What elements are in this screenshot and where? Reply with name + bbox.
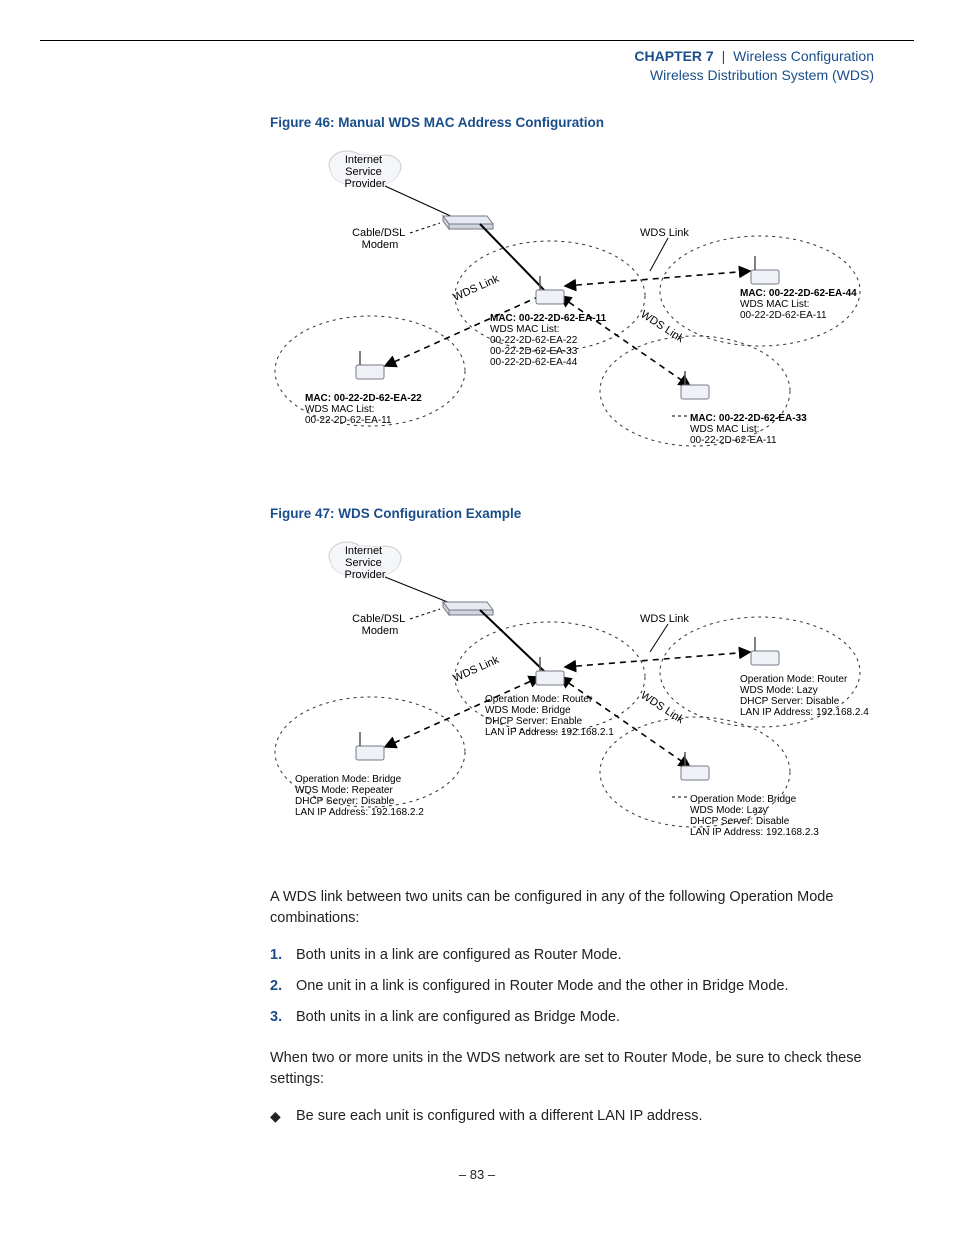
list-number: 3. bbox=[270, 1007, 296, 1028]
paragraph-2: When two or more units in the WDS networ… bbox=[270, 1048, 884, 1090]
figure-47-caption: Figure 47: WDS Configuration Example bbox=[270, 506, 884, 521]
svg-text:Operation Mode: Bridge W: Operation Mode: Bridge WDS Mode: Lazy DH… bbox=[690, 794, 819, 838]
svg-text:WDS Link: WDS Link bbox=[451, 653, 501, 684]
svg-text:WDS Link: WDS Link bbox=[638, 308, 686, 345]
list-number: 2. bbox=[270, 976, 296, 997]
f46-modem-l2: Modem bbox=[362, 239, 399, 251]
f47-center-l2: WDS Mode: Bridge bbox=[485, 705, 571, 716]
list-text: Both units in a link are configured as R… bbox=[296, 945, 622, 966]
f46-center-listlabel: WDS MAC List: bbox=[490, 324, 559, 335]
svg-text:MAC: 00-22-2D-62-EA-44 W: MAC: 00-22-2D-62-EA-44 WDS MAC List: 00-… bbox=[740, 288, 859, 321]
f47-left-l1: Operation Mode: Bridge bbox=[295, 774, 402, 785]
f47-rb-l2: WDS Mode: Lazy bbox=[690, 805, 768, 816]
svg-text:MAC: 00-22-2D-62-EA-33 W: MAC: 00-22-2D-62-EA-33 WDS MAC List: 00-… bbox=[690, 413, 809, 446]
f46-left-mac: MAC: 00-22-2D-62-EA-22 bbox=[305, 393, 422, 404]
f46-center-l2: 00-22-2D-62-EA-33 bbox=[490, 346, 578, 357]
f47-left-l2: WDS Mode: Repeater bbox=[295, 785, 393, 796]
f46-rb-l1: 00-22-2D-62-EA-11 bbox=[690, 435, 777, 446]
body-text: A WDS link between two units can be conf… bbox=[270, 887, 884, 1127]
f46-rb-mac: MAC: 00-22-2D-62-EA-33 bbox=[690, 413, 807, 424]
list-text: Both units in a link are configured as B… bbox=[296, 1007, 620, 1028]
svg-text:Cable/DSL Modem: Cable/DSL Modem bbox=[352, 227, 408, 251]
chapter-separator: | bbox=[722, 48, 726, 64]
f46-center-mac: MAC: 00-22-2D-62-EA-11 bbox=[490, 313, 607, 324]
f47-rt-l1: Operation Mode: Router bbox=[740, 674, 848, 685]
svg-text:Operation Mode: Router W: Operation Mode: Router WDS Mode: Lazy DH… bbox=[740, 674, 869, 718]
chapter-title: Wireless Configuration bbox=[733, 48, 874, 64]
f47-center-l3: DHCP Server: Enable bbox=[485, 716, 583, 727]
bullet-text: Be sure each unit is configured with a d… bbox=[296, 1106, 703, 1127]
list-text: One unit in a link is configured in Rout… bbox=[296, 976, 788, 997]
list-item: 1. Both units in a link are configured a… bbox=[270, 945, 884, 966]
figure-46-diagram: Internet Service Provider Cable/DSL Mode… bbox=[270, 136, 870, 476]
svg-text:WDS Link: WDS Link bbox=[638, 689, 686, 726]
f46-rt-listlabel: WDS MAC List: bbox=[740, 299, 809, 310]
section-title: Wireless Distribution System (WDS) bbox=[0, 66, 874, 85]
page-header: Chapter 7 | Wireless Configuration Wirel… bbox=[0, 47, 874, 85]
f47-rt-l3: DHCP Server: Disable bbox=[740, 696, 840, 707]
f46-rb-listlabel: WDS MAC List: bbox=[690, 424, 759, 435]
list-item: 3. Both units in a link are configured a… bbox=[270, 1007, 884, 1028]
f46-center-l1: 00-22-2D-62-EA-22 bbox=[490, 335, 578, 346]
svg-text:Internet Service P: Internet Service Provider bbox=[345, 545, 386, 581]
f47-center-l4: LAN IP Address: 192.168.2.1 bbox=[485, 727, 614, 738]
f47-left-l4: LAN IP Address: 192.168.2.2 bbox=[295, 807, 424, 818]
f46-rt-l1: 00-22-2D-62-EA-11 bbox=[740, 310, 827, 321]
f46-left-listlabel: WDS MAC List: bbox=[305, 404, 374, 415]
f47-rb-l3: DHCP Server: Disable bbox=[690, 816, 790, 827]
list-number: 1. bbox=[270, 945, 296, 966]
f46-left-l1: 00-22-2D-62-EA-11 bbox=[305, 415, 392, 426]
svg-text:Internet Service P: Internet Service Provider bbox=[345, 154, 386, 190]
svg-text:MAC: 00-22-2D-62-EA-22 W: MAC: 00-22-2D-62-EA-22 WDS MAC List: 00-… bbox=[305, 393, 424, 426]
svg-text:Cable/DSL Modem: Cable/DSL Modem bbox=[352, 613, 408, 637]
page-number: – 83 – bbox=[0, 1167, 954, 1182]
list-item: ◆ Be sure each unit is configured with a… bbox=[270, 1106, 884, 1127]
wds-link-label: WDS Link bbox=[640, 227, 689, 239]
figure-47-diagram: Internet Service Provider Cable/DSL Mode… bbox=[270, 527, 870, 857]
svg-text:Operation Mode: Bridge W: Operation Mode: Bridge WDS Mode: Repeate… bbox=[295, 774, 424, 818]
svg-text:WDS Link: WDS Link bbox=[640, 613, 689, 625]
f47-rb-l1: Operation Mode: Bridge bbox=[690, 794, 797, 805]
svg-text:MAC: 00-22-2D-62-EA-11 W: MAC: 00-22-2D-62-EA-11 WDS MAC List: 00-… bbox=[490, 313, 609, 368]
bullet-list: ◆ Be sure each unit is configured with a… bbox=[270, 1106, 884, 1127]
f46-center-l3: 00-22-2D-62-EA-44 bbox=[490, 357, 578, 368]
list-item: 2. One unit in a link is configured in R… bbox=[270, 976, 884, 997]
f47-rt-l4: LAN IP Address: 192.168.2.4 bbox=[740, 707, 869, 718]
f47-rt-l2: WDS Mode: Lazy bbox=[740, 685, 818, 696]
header-rule bbox=[40, 40, 914, 41]
figure-46-caption: Figure 46: Manual WDS MAC Address Config… bbox=[270, 115, 884, 130]
f47-rb-l4: LAN IP Address: 192.168.2.3 bbox=[690, 827, 819, 838]
chapter-label: Chapter 7 bbox=[634, 48, 713, 64]
f47-modem-l1: Cable/DSL bbox=[352, 613, 405, 625]
f47-center-l1: Operation Mode: Router bbox=[485, 694, 593, 705]
f46-rt-mac: MAC: 00-22-2D-62-EA-44 bbox=[740, 288, 857, 299]
f47-left-l3: DHCP Server: Disable bbox=[295, 796, 395, 807]
f47-modem-l2: Modem bbox=[362, 625, 399, 637]
svg-text:Operation Mode: Router W: Operation Mode: Router WDS Mode: Bridge … bbox=[485, 694, 614, 738]
diamond-bullet-icon: ◆ bbox=[270, 1106, 296, 1127]
f46-modem-l1: Cable/DSL bbox=[352, 227, 405, 239]
paragraph-1: A WDS link between two units can be conf… bbox=[270, 887, 884, 929]
numbered-list: 1. Both units in a link are configured a… bbox=[270, 945, 884, 1028]
svg-text:WDS Link: WDS Link bbox=[451, 272, 501, 303]
